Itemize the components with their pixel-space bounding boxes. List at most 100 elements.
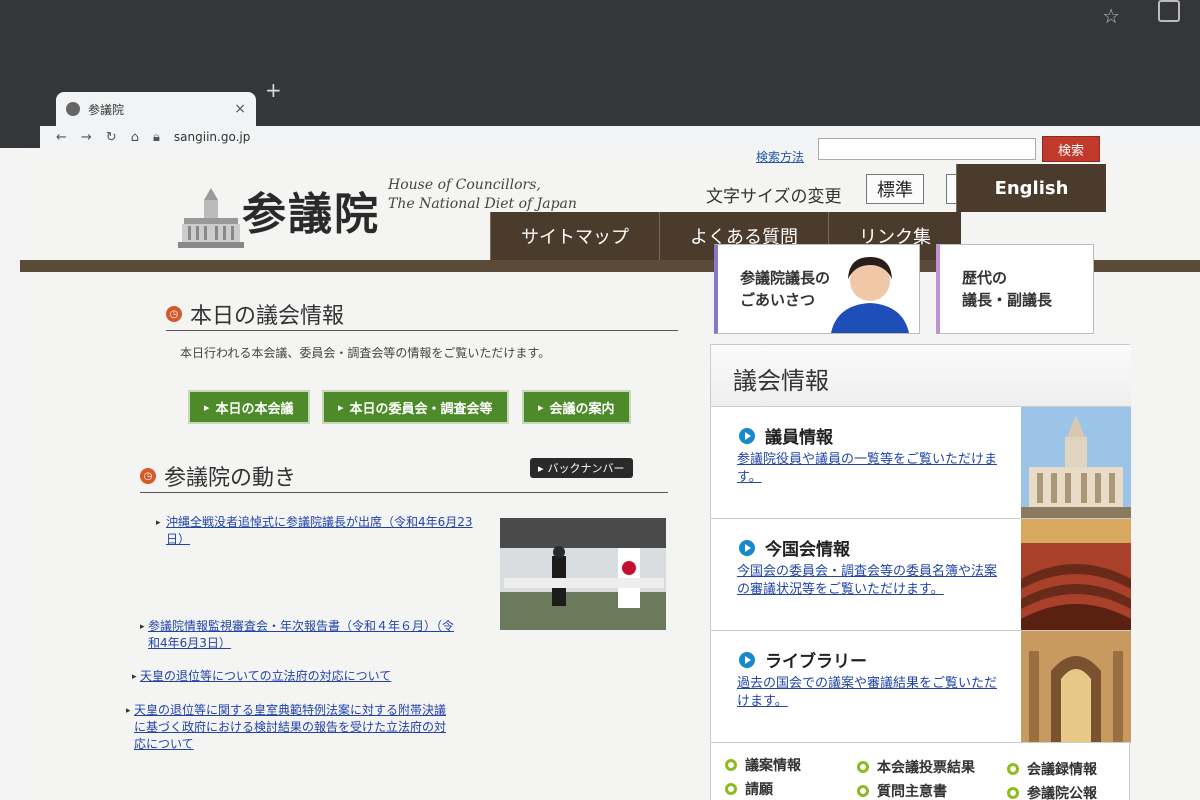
back-arrow-icon[interactable]: ← [56, 130, 67, 145]
diet-building-image [1021, 407, 1131, 518]
movement-section-title: ◷ 参議院の動き [140, 460, 296, 492]
news-item-2[interactable]: 参議院情報監視審査会・年次報告書（令和４年６月）（令 和4年6月3日） [148, 618, 468, 652]
bullet-circle-icon [725, 783, 737, 795]
play-circle-icon [739, 651, 755, 668]
search-help-link[interactable]: 検索方法 [756, 148, 804, 165]
question-memo-link[interactable]: 質問主意書 [857, 781, 947, 800]
news-photo[interactable] [500, 518, 666, 630]
member-info-label: 議員情報 [765, 428, 833, 448]
extension-icon[interactable] [1158, 0, 1180, 22]
today-description: 本日行われる本会議、委員会・調査会等の情報をご覧いただけます。 [180, 346, 551, 360]
news-item-text: 天皇の退位等に関する皇室典範特例法案に対する附帯決議 [134, 703, 447, 717]
bookmark-star-icon[interactable]: ☆ [1102, 4, 1120, 28]
news-item-text: 参議院情報監視審査会・年次報告書（令和４年６月）（令 [148, 619, 455, 633]
today-section-title: ◷ 本日の議会情報 [166, 298, 344, 330]
member-info-title: 議員情報 [739, 423, 833, 448]
bullet-circle-icon [1007, 763, 1019, 775]
gazette-label: 参議院公報 [1027, 786, 1097, 800]
memorial-photo-image [500, 518, 666, 630]
library-row[interactable]: ライブラリー 過去の国会での議案や審議結果をご覧いただけます。 [711, 631, 1131, 743]
lock-icon[interactable]: 🔒︎ [153, 130, 160, 145]
bullet-circle-icon [725, 759, 737, 771]
search-button[interactable]: 検索 [1042, 136, 1100, 162]
session-info-title: 今国会情報 [739, 535, 850, 560]
quick-links: 議案情報 請願 本会議投票結果 質問主意書 会議録情報 参議院公報 [711, 745, 1131, 800]
session-info-row[interactable]: 今国会情報 今国会の委員会・調査会等の委員名簿や法案の審議状況等をご覧いただけま… [711, 519, 1131, 631]
calendar-icon: ◷ [140, 468, 156, 484]
movement-title-text: 参議院の動き [164, 466, 297, 491]
calendar-icon: ◷ [166, 306, 182, 322]
font-size-label: 文字サイズの変更 [706, 187, 842, 207]
session-info-desc[interactable]: 今国会の委員会・調査会等の委員名簿や法案の審議状況等をご覧いただけます。 [737, 563, 1007, 599]
site-logo-english: House of Councillors, The National Diet … [388, 176, 577, 214]
today-plenary-button[interactable]: 本日の本会議 [188, 390, 310, 424]
news-bullet-icon: ▸ [132, 672, 137, 682]
gazette-link[interactable]: 参議院公報 [1007, 783, 1097, 800]
history-speakers-banner[interactable]: 歴代の 議長・副議長 [936, 244, 1094, 334]
news-bullet-icon: ▸ [126, 706, 131, 716]
browser-chrome: 参議院 × + ← → ↻ ⌂ 🔒︎ sangiin.go.jp ☆ [0, 0, 1200, 148]
reload-icon[interactable]: ↻ [106, 130, 117, 145]
today-title-text: 本日の議会情報 [190, 304, 345, 329]
bullet-circle-icon [1007, 787, 1019, 799]
page: 参議院 House of Councillors, The National D… [20, 136, 1200, 800]
news-item-text: 応について [134, 737, 194, 751]
member-info-row[interactable]: 議員情報 参議院役員や議員の一覧等をご覧いただけます。 [711, 407, 1131, 519]
diet-info-panel: 議会情報 議員情報 参議院役員や議員の一覧等をご覧いただけます。 今国会情報 今… [710, 344, 1131, 800]
news-item-4[interactable]: 天皇の退位等に関する皇室典範特例法案に対する附帯決議 に基づく政府における検討結… [134, 702, 464, 753]
session-info-label: 今国会情報 [765, 540, 850, 560]
minutes-link[interactable]: 会議録情報 [1007, 759, 1097, 779]
url-bar[interactable]: sangiin.go.jp [174, 130, 250, 144]
news-item-text: 沖縄全戦没者追悼式に参議院議長が出席（令和4年6月23 [166, 515, 473, 529]
petition-label: 請願 [745, 782, 773, 798]
history-line2: 議長・副議長 [962, 291, 1053, 309]
today-committee-button[interactable]: 本日の委員会・調査会等 [322, 390, 509, 424]
nav-sitemap[interactable]: サイトマップ [490, 212, 659, 260]
bullet-circle-icon [857, 785, 869, 797]
speaker-line2: ごあいさつ [740, 291, 816, 309]
today-divider [166, 330, 678, 331]
close-tab-icon[interactable]: × [234, 101, 246, 117]
question-memo-label: 質問主意書 [877, 784, 947, 800]
library-title: ライブラリー [739, 647, 867, 672]
logo-en-line1: House of Councillors, [388, 177, 541, 193]
nav-english[interactable]: English [956, 164, 1106, 212]
news-item-3[interactable]: 天皇の退位等についての立法府の対応について [140, 668, 460, 685]
library-hall-image [1021, 631, 1131, 742]
movement-divider [140, 492, 668, 493]
bullet-circle-icon [857, 761, 869, 773]
vote-results-link[interactable]: 本会議投票結果 [857, 757, 975, 777]
diet-info-header: 議会情報 [711, 345, 1131, 407]
chamber-image [1021, 519, 1131, 630]
diet-building-icon [178, 188, 244, 248]
back-number-button[interactable]: バックナンバー [530, 458, 633, 478]
library-desc[interactable]: 過去の国会での議案や審議結果をご覧いただけます。 [737, 675, 1007, 711]
news-item-1[interactable]: 沖縄全戦没者追悼式に参議院議長が出席（令和4年6月23 日） [166, 514, 486, 548]
speaker-portrait-image [831, 257, 909, 333]
meeting-guide-button[interactable]: 会議の案内 [522, 390, 631, 424]
browser-tab[interactable]: 参議院 × [56, 92, 256, 126]
news-item-text: 日） [166, 532, 191, 546]
new-tab-icon[interactable]: + [265, 78, 282, 102]
speaker-greeting-banner[interactable]: 参議院議長の ごあいさつ [714, 244, 920, 334]
news-bullet-icon: ▸ [156, 518, 161, 528]
play-circle-icon [739, 427, 755, 444]
diet-info-title: 議会情報 [733, 367, 829, 395]
forward-arrow-icon[interactable]: → [81, 130, 92, 145]
home-icon[interactable]: ⌂ [131, 130, 139, 145]
vote-results-label: 本会議投票結果 [877, 760, 975, 776]
library-label: ライブラリー [765, 652, 867, 672]
bill-info-link[interactable]: 議案情報 [725, 755, 801, 775]
history-speakers-text: 歴代の 議長・副議長 [962, 267, 1052, 311]
play-circle-icon [739, 539, 755, 556]
site-logo[interactable]: 参議院 [242, 178, 380, 242]
news-item-text: に基づく政府における検討結果の報告を受けた立法府の対 [134, 720, 447, 734]
speaker-greeting-text: 参議院議長の ごあいさつ [740, 267, 830, 311]
history-line1: 歴代の [962, 269, 1008, 287]
petition-link[interactable]: 請願 [725, 779, 773, 799]
font-size-standard-button[interactable]: 標準 [866, 174, 924, 204]
favicon-icon [66, 102, 80, 116]
member-info-desc[interactable]: 参議院役員や議員の一覧等をご覧いただけます。 [737, 451, 1007, 487]
search-input[interactable] [818, 138, 1036, 160]
bill-info-label: 議案情報 [745, 758, 801, 774]
